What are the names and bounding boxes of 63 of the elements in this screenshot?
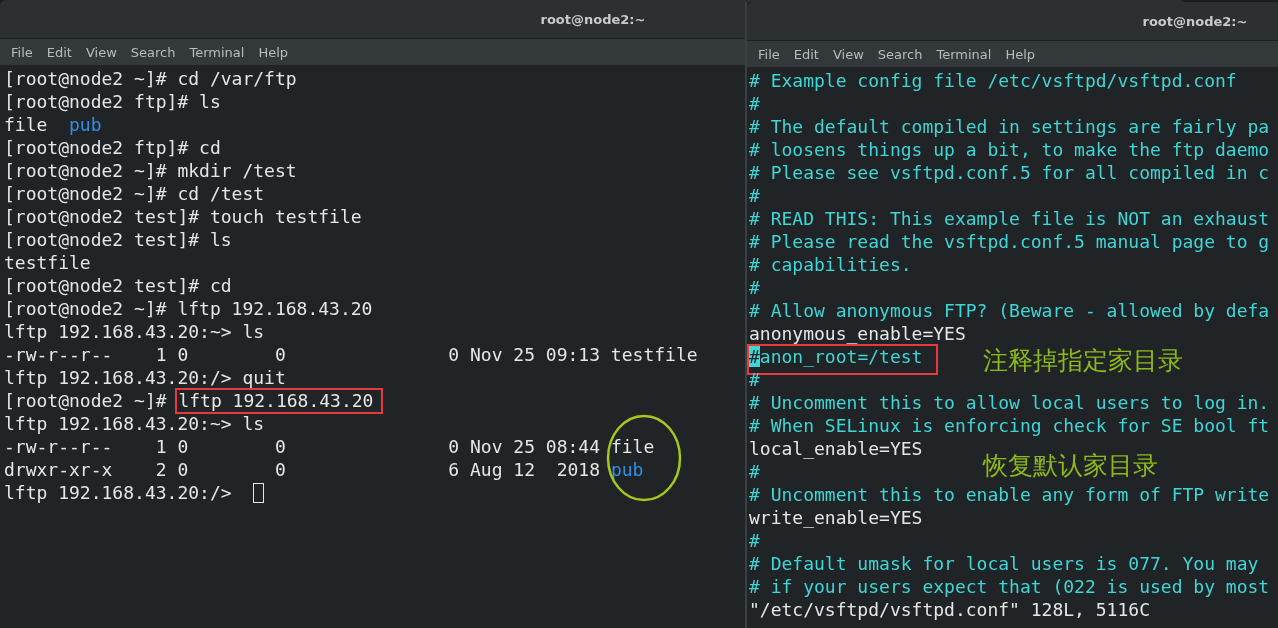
menu-item[interactable]: Terminal — [182, 44, 252, 60]
comment-text: # Allow anonymous FTP? (Beware - allowed by defa — [749, 300, 1270, 321]
comment-text: # — [749, 93, 760, 114]
comment-text: # — [749, 530, 760, 551]
menu-item[interactable]: Help — [251, 44, 296, 60]
comment-text: # Please see vsftpd.conf.5 for all compiled in c — [749, 162, 1270, 183]
terminal-text: "/etc/vsftpd/vsftpd.conf" 128L, 5116C — [749, 599, 1150, 620]
comment-text: # Uncomment this to enable any form of FTP write — [749, 484, 1270, 505]
annotation-text: 恢复默认家目录 — [983, 450, 1158, 482]
terminal-text: lftp 192.168.43.20:~> ls — [4, 413, 265, 434]
directory-name: pub — [69, 114, 102, 135]
comment-text: # if your users expect that (022 is used by most — [749, 576, 1270, 597]
menu-item[interactable]: Search — [870, 46, 930, 62]
comment-text: # Example config file /etc/vsftpd/vsftpd.conf — [749, 70, 1237, 91]
terminal-text: [root@node2 ~]# lftp 192.168.43.20 — [4, 298, 373, 319]
terminal-text: [root@node2 test]# touch testfile — [4, 206, 362, 227]
menu-item[interactable]: Help — [998, 46, 1043, 62]
comment-text: # — [749, 461, 760, 482]
menu-item[interactable]: Edit — [39, 44, 79, 60]
terminal-text: [root@node2 ~]# — [4, 390, 168, 411]
terminal-text: lftp 192.168.43.20:/> — [4, 482, 233, 503]
comment-text: # When SELinux is enforcing check for SE bool ft — [749, 415, 1270, 436]
terminal-text: [root@node2 ftp]# cd — [4, 137, 221, 158]
menu-item[interactable]: File — [4, 44, 40, 60]
terminal-text: lftp 192.168.43.20:~> ls — [4, 321, 265, 342]
menu-item[interactable]: Search — [123, 44, 183, 60]
menu-item[interactable]: View — [825, 46, 871, 62]
terminal-text: [root@node2 test]# ls — [4, 229, 232, 250]
terminal-text: [root@node2 ~]# cd /test — [4, 183, 265, 204]
comment-text: # capabilities. — [749, 254, 912, 275]
comment-text: # — [749, 277, 760, 298]
directory-name: pub — [610, 459, 644, 480]
terminal-text: [root@node2 ftp]# ls — [4, 91, 221, 112]
terminal-text: file — [4, 114, 49, 135]
menu-item[interactable]: Terminal — [929, 46, 999, 62]
comment-text: # Default umask for local users is 077. You may — [749, 553, 1260, 574]
menu-item[interactable]: View — [78, 44, 124, 60]
terminal-text: anonymous_enable=YES — [749, 323, 966, 344]
comment-text: # loosens things up a bit, to make the ftp daemo — [749, 139, 1270, 160]
comment-text: # The default compiled in settings are fairly pa — [749, 116, 1270, 137]
comment-text: # Please read the vsftpd.conf.5 manual page to g — [749, 231, 1270, 252]
terminal-text: -rw-r--r-- 1 0 0 0 Nov 25 08:44 — [4, 436, 602, 457]
annotation-text: 注释掉指定家目录 — [983, 345, 1183, 377]
cursor-character: # — [749, 346, 760, 367]
terminal-text: lftp 192.168.43.20:/> quit — [4, 367, 286, 388]
terminal-text: file — [610, 436, 655, 457]
window-title: root@node2:~ — [1142, 13, 1248, 29]
comment-text: # — [749, 369, 760, 390]
terminal-text: write_enable=YES — [749, 507, 923, 528]
comment-text: # Uncomment this to allow local users to log in. — [749, 392, 1270, 413]
comment-text: # — [749, 185, 760, 206]
menu-item[interactable]: File — [751, 46, 787, 62]
terminal-text: local_enable=YES — [749, 438, 923, 459]
terminal-text: [root@node2 ~]# cd /var/ftp — [4, 68, 297, 89]
window-title: root@node2:~ — [540, 11, 646, 27]
terminal-text: testfile — [4, 252, 91, 273]
terminal-text: drwxr-xr-x 2 0 0 6 Aug 12 2018 — [4, 459, 602, 480]
terminal-text: lftp 192.168.43.20 — [178, 390, 374, 411]
terminal-text: -rw-r--r-- 1 0 0 0 Nov 25 09:13 testfile — [4, 344, 698, 365]
menu-item[interactable]: Edit — [786, 46, 826, 62]
comment-text: # READ THIS: This example file is NOT an exhaust — [749, 208, 1270, 229]
terminal-text: [root@node2 test]# cd — [4, 275, 232, 296]
terminal-text: [root@node2 ~]# mkdir /test — [4, 160, 297, 181]
